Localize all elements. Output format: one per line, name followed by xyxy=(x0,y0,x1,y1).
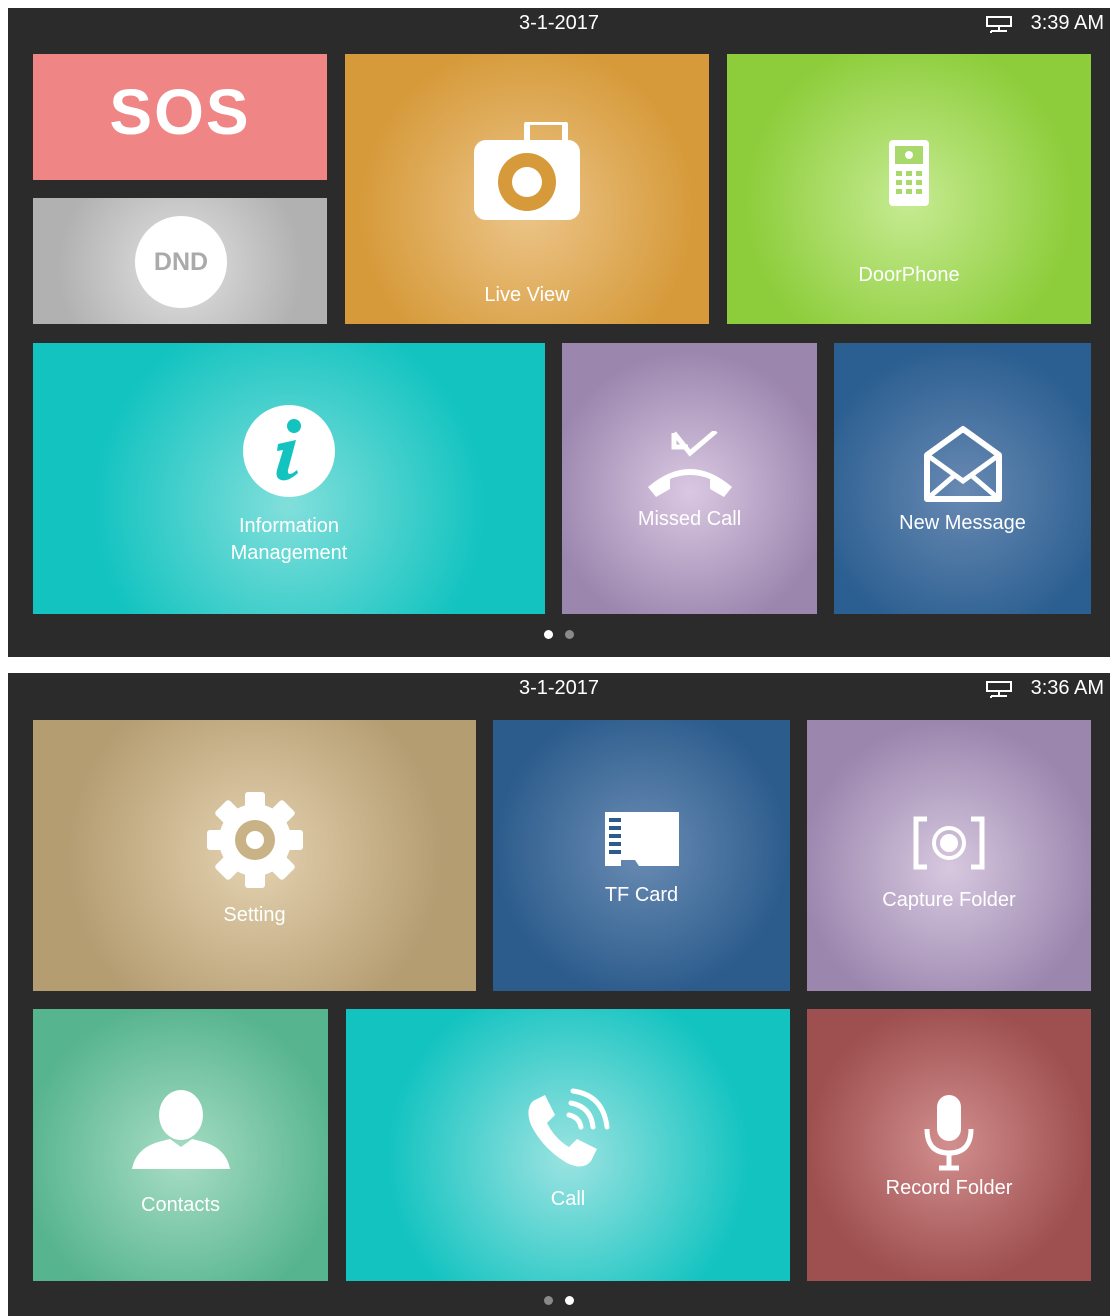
info-icon xyxy=(242,404,336,503)
home-screen-page-1: 3-1-2017 3:39 AM SOS DND Live View DoorP… xyxy=(8,8,1110,657)
home-screen-page-2: 3-1-2017 3:36 AM Setting TF Card Capture… xyxy=(8,673,1110,1316)
capture-folder-label: Capture Folder xyxy=(882,889,1016,911)
page-dot-1[interactable] xyxy=(544,630,553,639)
envelope-icon xyxy=(923,425,1003,508)
dnd-tile[interactable]: DND xyxy=(33,198,327,324)
page-dot-2[interactable] xyxy=(565,630,574,639)
person-icon xyxy=(131,1089,230,1174)
camera-icon xyxy=(472,119,582,227)
network-icon xyxy=(985,14,1013,34)
live-view-label: Live View xyxy=(484,284,570,306)
doorphone-tile[interactable]: DoorPhone xyxy=(727,54,1091,324)
page-dot-2[interactable] xyxy=(565,1296,574,1305)
setting-label: Setting xyxy=(223,904,286,926)
record-folder-tile[interactable]: Record Folder xyxy=(807,1009,1091,1281)
information-management-tile[interactable]: Information Management xyxy=(33,343,545,614)
microphone-icon xyxy=(923,1093,975,1176)
contacts-tile[interactable]: Contacts xyxy=(33,1009,328,1281)
tf-card-label: TF Card xyxy=(604,884,679,906)
capture-folder-tile[interactable]: Capture Folder xyxy=(807,720,1091,991)
call-tile[interactable]: Call xyxy=(346,1009,790,1281)
doorphone-label: DoorPhone xyxy=(858,264,960,286)
tf-card-tile[interactable]: TF Card xyxy=(493,720,790,991)
status-date: 3-1-2017 xyxy=(518,12,600,34)
page-indicator xyxy=(8,1296,1110,1305)
phone-icon xyxy=(523,1085,613,1176)
record-folder-label: Record Folder xyxy=(885,1177,1013,1199)
status-bar-right: 3:39 AM xyxy=(985,12,1104,35)
page-dot-1[interactable] xyxy=(544,1296,553,1305)
contacts-label: Contacts xyxy=(141,1194,220,1216)
sd-card-icon xyxy=(603,810,681,873)
gear-icon xyxy=(205,790,305,895)
status-time: 3:39 AM xyxy=(1030,12,1104,34)
information-management-label: Information Management xyxy=(33,513,545,567)
missed-call-label: Missed Call xyxy=(637,508,742,530)
sos-label: SOS xyxy=(109,76,251,148)
network-icon xyxy=(985,679,1013,699)
new-message-label: New Message xyxy=(899,512,1026,534)
new-message-tile[interactable]: New Message xyxy=(834,343,1091,614)
missed-call-icon xyxy=(644,429,736,504)
information-label-line1: Information xyxy=(238,515,340,537)
page-indicator xyxy=(8,630,1110,639)
status-bar-right: 3:36 AM xyxy=(985,677,1104,700)
live-view-tile[interactable]: Live View xyxy=(345,54,709,324)
setting-tile[interactable]: Setting xyxy=(33,720,476,991)
information-label-line2: Management xyxy=(230,542,348,564)
sos-tile[interactable]: SOS xyxy=(33,54,327,180)
dnd-button[interactable]: DND xyxy=(135,216,227,308)
status-time: 3:36 AM xyxy=(1030,677,1104,699)
status-date: 3-1-2017 xyxy=(518,677,600,699)
missed-call-tile[interactable]: Missed Call xyxy=(562,343,817,614)
doorphone-icon xyxy=(887,138,931,213)
capture-icon xyxy=(913,816,985,875)
call-label: Call xyxy=(550,1188,586,1210)
